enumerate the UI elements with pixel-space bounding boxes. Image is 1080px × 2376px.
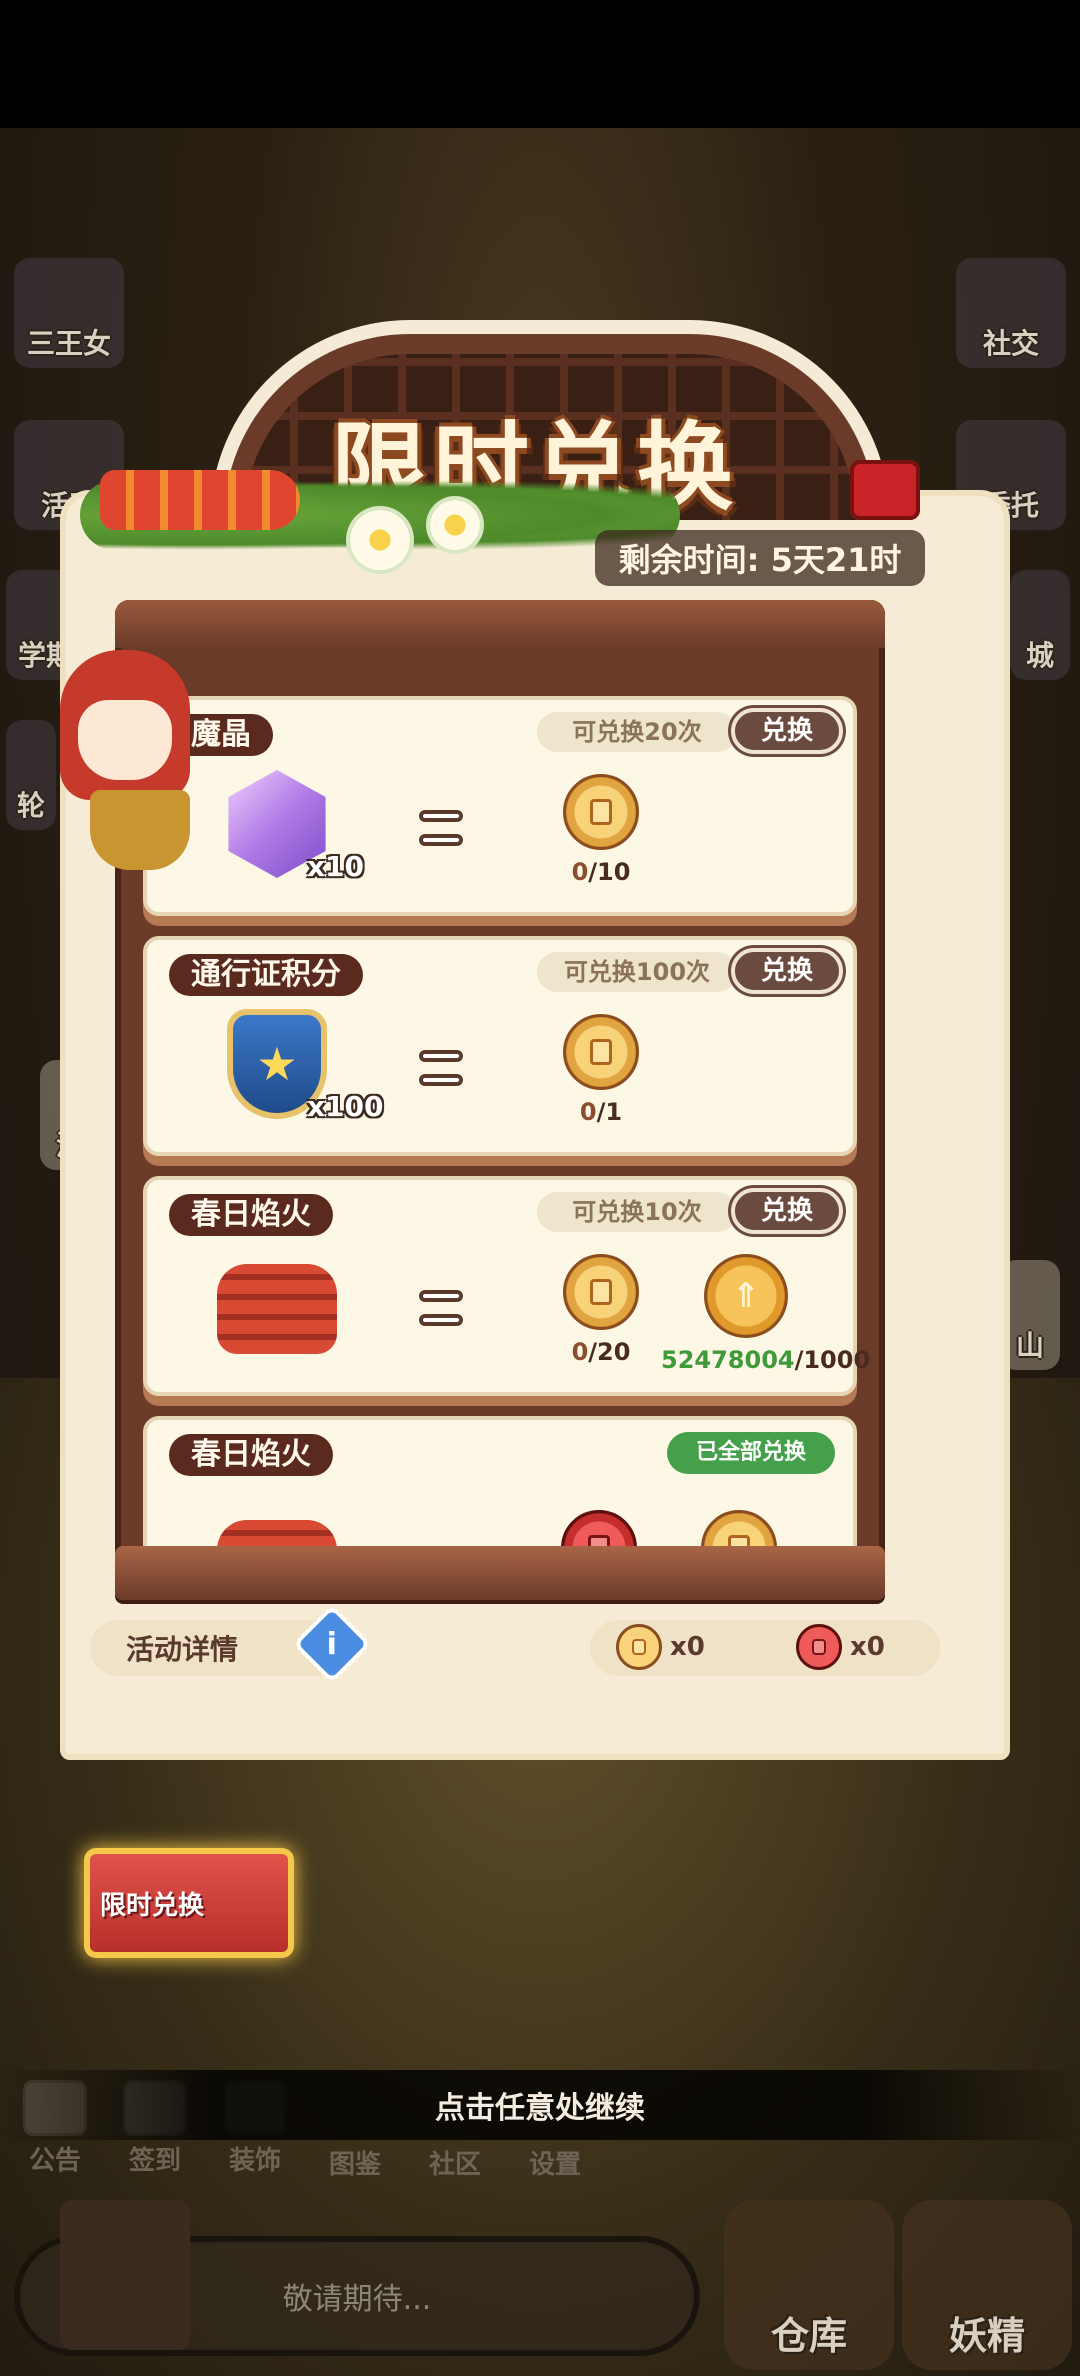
gold-token-coin-icon (563, 1014, 639, 1090)
item-quantity: x100 (307, 1090, 384, 1123)
cost-amount: 0/1 (541, 1098, 661, 1126)
exchange-limit: 可兑换100次 (537, 952, 737, 992)
equals-icon (419, 1290, 463, 1326)
nav-label: 装饰 (228, 2146, 281, 2176)
warehouse-label: 仓库 (770, 2314, 847, 2358)
item-name: 春日焰火 (169, 1434, 333, 1476)
exchange-item: 魔晶 可兑换20次 兑换 x10 0/10 (143, 696, 857, 916)
exchange-limit: 可兑换10次 (537, 1192, 737, 1232)
cost-amount: 0/20 (541, 1338, 661, 1366)
firecracker-icon (850, 460, 920, 520)
nav-label: 图鉴 (328, 2150, 381, 2180)
gold-arrow-coin-icon: ⇑ (704, 1254, 788, 1338)
exchange-limit: 可兑换20次 (537, 712, 737, 752)
gold-token-coin-icon (616, 1624, 662, 1670)
redeem-button[interactable]: 兑换 (731, 948, 843, 994)
cost-current: 0 (571, 858, 589, 886)
cost-gold-arrow[interactable]: ⇑ 52478004/1000 (661, 1254, 870, 1374)
exchange-item: 通行证积分 可兑换100次 兑换 ★ x100 0/1 (143, 936, 857, 1156)
gold-token-coin-icon (563, 1254, 639, 1330)
cost-amount: 52478004/1000 (661, 1346, 870, 1374)
cost-amount: 0/10 (541, 858, 661, 886)
red-token-coin-icon (796, 1624, 842, 1670)
exchange-item: 春日焰火 可兑换10次 兑换 0/20 ⇑ 52478004/1000 (143, 1176, 870, 1396)
nav-label: 设置 (528, 2150, 581, 2180)
item-name: 通行证积分 (169, 954, 363, 996)
shelf-base (115, 1546, 885, 1600)
cost-current: 0 (571, 1338, 589, 1366)
firework-basket-icon[interactable] (217, 1244, 337, 1364)
nav-label: 签到 (128, 2146, 181, 2176)
currency-red-token: x0 (796, 1624, 885, 1670)
fairy-label: 妖精 (948, 2314, 1025, 2358)
redeem-button[interactable]: 兑换 (731, 1188, 843, 1234)
event-banner-label: 限时兑换 (100, 1890, 205, 1921)
item-name: 春日焰火 (169, 1194, 333, 1236)
nav-label: 公告 (28, 2146, 81, 2176)
nav-label: 社区 (428, 2150, 481, 2180)
limited-exchange-event-banner[interactable]: 限时兑换 (84, 1848, 294, 1958)
shelf-top (115, 600, 885, 648)
currency-amount: x0 (670, 1632, 705, 1662)
remaining-time: 剩余时间: 5天21时 (595, 530, 925, 586)
warehouse-button[interactable]: 仓库 (724, 2200, 894, 2370)
currency-gold-token: x0 (616, 1624, 705, 1670)
side-button-label: 城 (1025, 639, 1054, 672)
cost-current: 52478004 (661, 1346, 795, 1374)
fairy-button[interactable]: 妖精 (902, 2200, 1072, 2370)
side-button-city[interactable]: 城 (1010, 570, 1070, 680)
sold-out-badge: 已全部兑换 (667, 1432, 835, 1474)
exchange-item: 春日焰火 已全部兑换 (143, 1416, 857, 1600)
side-button-label: 山 (1015, 1329, 1044, 1362)
cost-required: /20 (588, 1338, 631, 1366)
cost-gold-token[interactable]: 0/20 (541, 1254, 661, 1366)
currency-bar: x0 x0 (590, 1620, 940, 1676)
exchange-list[interactable]: 魔晶 可兑换20次 兑换 x10 0/10 通行证积分 可兑换100次 兑换 ★… (143, 696, 870, 1600)
gold-token-coin-icon (563, 774, 639, 850)
cost-gold-token[interactable]: 0/1 (541, 1014, 661, 1126)
equals-icon (419, 810, 463, 846)
flower-icon (430, 500, 480, 550)
shelf-frame: 魔晶 可兑换20次 兑换 x10 0/10 通行证积分 可兑换100次 兑换 ★… (115, 600, 885, 1600)
flower-icon (350, 510, 410, 570)
cost-required: /1 (596, 1098, 623, 1126)
chibi-girl-avatar (50, 650, 200, 880)
side-button-label: 轮 (16, 789, 45, 822)
cost-required: /10 (588, 858, 631, 886)
status-bar (0, 0, 1080, 128)
cost-gold-token[interactable]: 0/10 (541, 774, 661, 886)
equals-icon (419, 1050, 463, 1086)
cost-required: /1000 (794, 1346, 871, 1374)
tap-to-continue[interactable]: 点击任意处继续 (0, 2070, 1080, 2140)
side-button-wheel[interactable]: 轮 (6, 720, 56, 830)
limited-exchange-panel: 限时兑换 剩余时间: 5天21时 魔晶 可兑换20次 兑换 x10 0/10 通… (60, 320, 1010, 1760)
currency-amount: x0 (850, 1632, 885, 1662)
cost-current: 0 (579, 1098, 597, 1126)
journal-book-icon[interactable] (60, 2200, 190, 2350)
redeem-button[interactable]: 兑换 (731, 708, 843, 754)
item-quantity: x10 (307, 850, 365, 883)
koi-decoration-icon (100, 470, 300, 530)
